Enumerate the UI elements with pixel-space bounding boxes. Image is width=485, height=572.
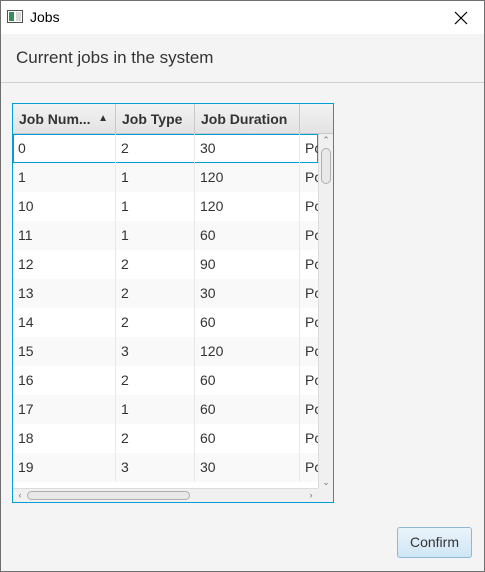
cell-job-type: 2	[116, 250, 195, 279]
column-label: Job Type	[122, 111, 183, 127]
jobs-table[interactable]: Job Num... ▲ Job Type Job Duration 0 2 30 P…	[12, 103, 334, 503]
table-row[interactable]: 17160Pc	[13, 395, 318, 424]
cell-job-duration: 120	[195, 192, 300, 221]
cell-job-duration: 30	[195, 134, 300, 163]
cell-job-type: 1	[116, 163, 195, 192]
cell-job-duration: 60	[195, 308, 300, 337]
table-row[interactable]: 12290Pc	[13, 250, 318, 279]
cell-job-number: 14	[13, 308, 116, 337]
cell-extra: Pc	[300, 250, 318, 279]
cell-extra: Pc	[300, 366, 318, 395]
scroll-up-icon[interactable]: ⌃	[319, 134, 333, 146]
app-window-icon	[7, 10, 23, 23]
cell-job-duration: 30	[195, 453, 300, 482]
cell-job-type: 3	[116, 337, 195, 366]
cell-extra: Pc	[300, 395, 318, 424]
table-row[interactable]: 153120Pc	[13, 337, 318, 366]
table-row[interactable]: 18260Pc	[13, 424, 318, 453]
cell-job-type: 2	[116, 366, 195, 395]
cell-job-number: 16	[13, 366, 116, 395]
scrollbar-corner	[318, 488, 333, 502]
table-row[interactable]: 14260Pc	[13, 308, 318, 337]
cell-job-duration: 60	[195, 366, 300, 395]
cell-job-type: 2	[116, 279, 195, 308]
cell-job-number: 18	[13, 424, 116, 453]
cell-job-type: 2	[116, 134, 195, 163]
horizontal-scroll-thumb[interactable]	[27, 491, 190, 500]
table-header: Job Num... ▲ Job Type Job Duration	[13, 104, 333, 134]
column-header-job-type[interactable]: Job Type	[116, 104, 195, 133]
table-body: 0230Pc11120Pc101120Pc11160Pc12290Pc13230…	[13, 134, 318, 488]
confirm-button[interactable]: Confirm	[397, 527, 472, 558]
table-row[interactable]: 16260Pc	[13, 366, 318, 395]
cell-job-number: 10	[13, 192, 116, 221]
cell-job-type: 2	[116, 308, 195, 337]
cell-job-number: 0	[13, 134, 116, 163]
cell-extra: Pc	[300, 221, 318, 250]
jobs-window: Jobs Current jobs in the system Job Num.…	[0, 0, 485, 572]
cell-job-number: 13	[13, 279, 116, 308]
cell-job-duration: 120	[195, 337, 300, 366]
scroll-down-icon[interactable]: ⌄	[319, 476, 333, 488]
cell-job-number: 11	[13, 221, 116, 250]
cell-extra: Pc	[300, 163, 318, 192]
window-title: Jobs	[30, 9, 60, 25]
table-row[interactable]: 0230Pc	[13, 134, 318, 163]
vertical-scroll-thumb[interactable]	[321, 148, 331, 184]
cell-job-number: 17	[13, 395, 116, 424]
scroll-left-icon[interactable]: ‹	[14, 489, 26, 502]
cell-job-type: 3	[116, 453, 195, 482]
horizontal-scrollbar[interactable]: ‹ ›	[13, 488, 318, 502]
cell-job-duration: 120	[195, 163, 300, 192]
cell-job-number: 12	[13, 250, 116, 279]
cell-extra: Pc	[300, 424, 318, 453]
table-row[interactable]: 11160Pc	[13, 221, 318, 250]
column-label: Job Duration	[201, 111, 288, 127]
cell-job-type: 1	[116, 395, 195, 424]
cell-job-type: 1	[116, 221, 195, 250]
column-header-job-number[interactable]: Job Num... ▲	[13, 104, 116, 133]
sort-ascending-icon: ▲	[98, 113, 108, 124]
scroll-right-icon[interactable]: ›	[305, 489, 317, 502]
close-button[interactable]	[438, 1, 484, 34]
vertical-scrollbar[interactable]: ⌃ ⌄	[318, 134, 333, 488]
table-row[interactable]: 11120Pc	[13, 163, 318, 192]
cell-extra: Pc	[300, 192, 318, 221]
column-label: Job Num...	[19, 111, 91, 127]
cell-extra: Pc	[300, 337, 318, 366]
title-bar[interactable]: Jobs	[1, 1, 484, 34]
header-text: Current jobs in the system	[16, 48, 214, 67]
cell-job-duration: 60	[195, 221, 300, 250]
cell-job-type: 2	[116, 424, 195, 453]
cell-extra: Pc	[300, 453, 318, 482]
close-icon	[454, 11, 468, 24]
table-row[interactable]: 19330Pc	[13, 453, 318, 482]
header-panel: Current jobs in the system	[1, 34, 484, 83]
column-header-extra[interactable]	[300, 104, 333, 133]
cell-extra: Pc	[300, 308, 318, 337]
cell-job-type: 1	[116, 192, 195, 221]
column-header-job-duration[interactable]: Job Duration	[195, 104, 300, 133]
cell-job-duration: 30	[195, 279, 300, 308]
cell-job-number: 1	[13, 163, 116, 192]
table-row[interactable]: 13230Pc	[13, 279, 318, 308]
cell-extra: Pc	[300, 279, 318, 308]
cell-job-number: 15	[13, 337, 116, 366]
cell-extra: Pc	[300, 134, 318, 163]
cell-job-duration: 90	[195, 250, 300, 279]
cell-job-duration: 60	[195, 424, 300, 453]
table-row[interactable]: 101120Pc	[13, 192, 318, 221]
cell-job-duration: 60	[195, 395, 300, 424]
cell-job-number: 19	[13, 453, 116, 482]
